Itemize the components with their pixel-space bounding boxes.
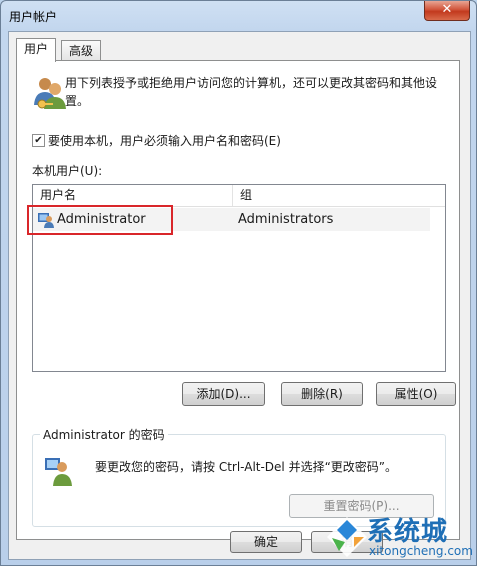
- row-group: Administrators: [238, 212, 334, 227]
- dialog-client-area: 用户 高级 用下列表授予或拒绝用户访问您的计算机，还可以更改其密码和其他设置。 …: [8, 31, 471, 560]
- close-button[interactable]: ✕: [424, 1, 470, 21]
- brand-name: 系统城: [367, 517, 449, 547]
- brand-logo-icon: [327, 517, 367, 557]
- user-password-icon: [45, 458, 72, 486]
- site-watermark: 系统城 xitongcheng.com: [321, 511, 476, 565]
- users-tab-panel: 用下列表授予或拒绝用户访问您的计算机，还可以更改其密码和其他设置。 ✔ 要使用本…: [16, 60, 460, 540]
- table-row[interactable]: Administrator Administrators: [27, 205, 430, 235]
- add-user-button[interactable]: 添加(D)...: [182, 382, 265, 406]
- user-accounts-dialog: 用户帐户 ✕ 用户 高级 用下列表授予或拒绝用户访问您的计算机，还可以更改其密码…: [0, 0, 477, 566]
- tab-advanced[interactable]: 高级: [61, 40, 102, 61]
- description-text: 用下列表授予或拒绝用户访问您的计算机，还可以更改其密码和其他设置。: [65, 76, 438, 108]
- list-header: 用户名 组: [33, 185, 445, 207]
- require-login-row[interactable]: ✔ 要使用本机，用户必须输入用户名和密码(E): [32, 132, 281, 149]
- password-group-title: Administrator 的密码: [40, 426, 168, 443]
- users-list[interactable]: 用户名 组 Administrator Administrators: [27, 184, 446, 372]
- remove-user-button[interactable]: 删除(R): [281, 382, 363, 406]
- local-users-label: 本机用户(U):: [32, 164, 103, 178]
- title-bar[interactable]: 用户帐户 ✕: [1, 1, 476, 31]
- brand-url: xitongcheng.com: [369, 544, 473, 558]
- column-username[interactable]: 用户名: [33, 185, 232, 206]
- require-login-label: 要使用本机，用户必须输入用户名和密码(E): [48, 134, 281, 148]
- tab-users[interactable]: 用户: [16, 38, 57, 62]
- require-login-checkbox[interactable]: ✔: [32, 134, 45, 147]
- password-instruction: 要更改您的密码，请按 Ctrl-Alt-Del 并选择“更改密码”。: [95, 460, 398, 474]
- column-group[interactable]: 组: [233, 185, 440, 206]
- ok-button[interactable]: 确定: [230, 531, 302, 553]
- users-icon: [34, 78, 66, 109]
- window-title: 用户帐户: [9, 10, 58, 24]
- highlight-box: [27, 205, 173, 235]
- close-icon: ✕: [441, 2, 453, 17]
- properties-button[interactable]: 属性(O): [376, 382, 456, 406]
